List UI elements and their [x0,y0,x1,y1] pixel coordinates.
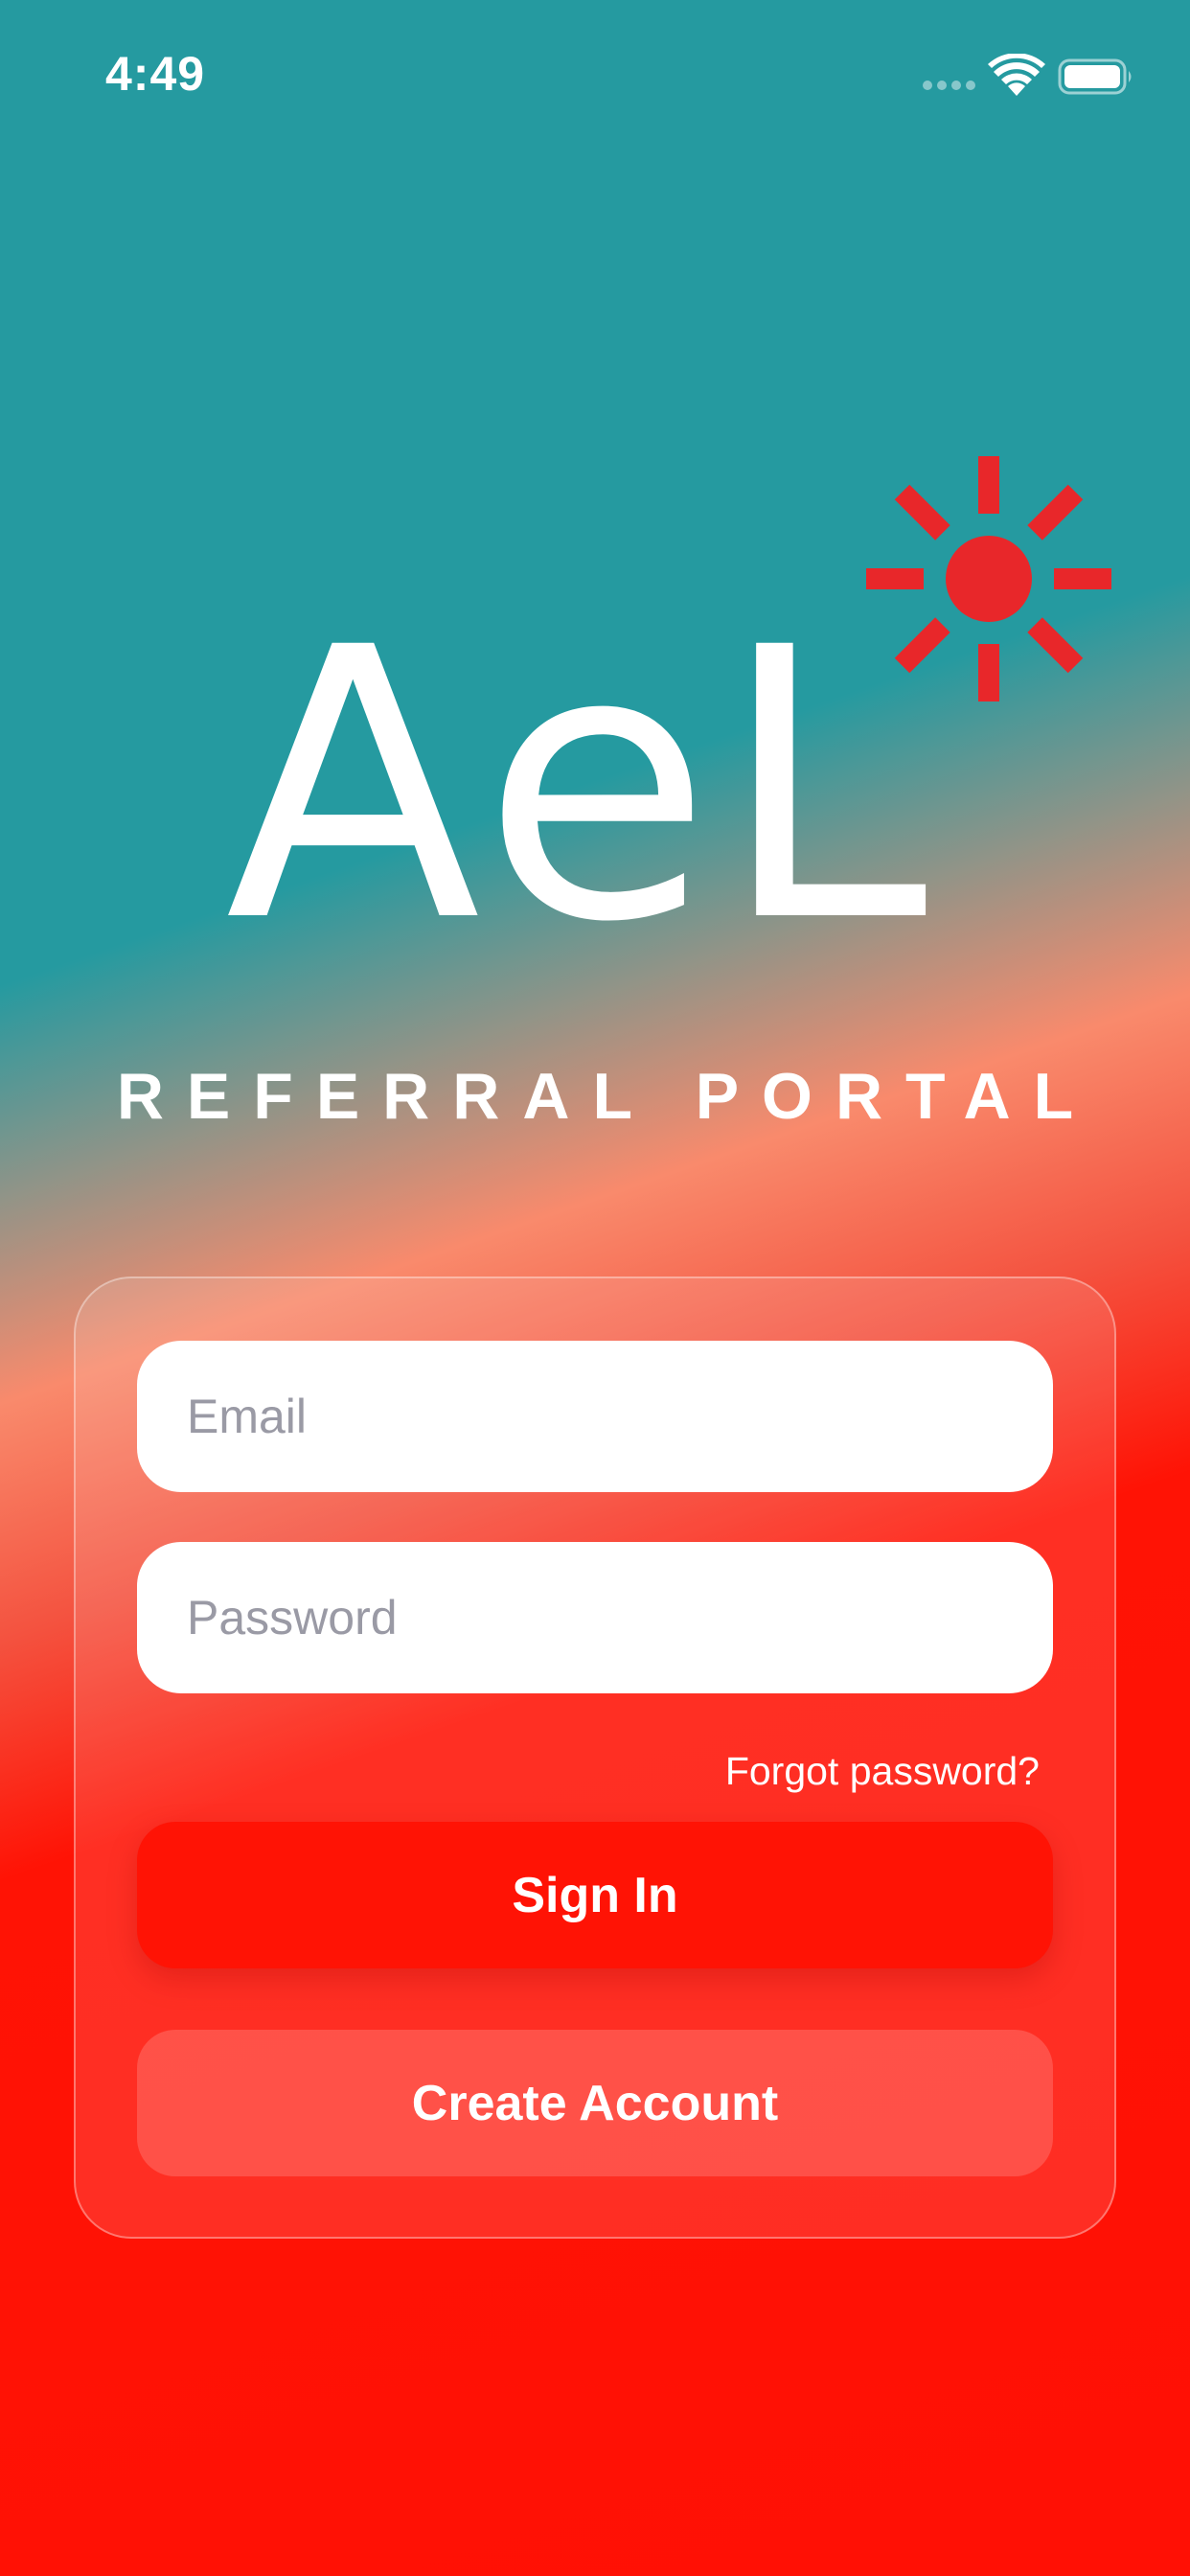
email-input[interactable] [137,1341,1053,1492]
password-field[interactable] [137,1542,1053,1693]
email-field[interactable] [137,1341,1053,1492]
status-bar: 4:49 [0,0,1190,144]
status-time: 4:49 [105,47,206,101]
password-input[interactable] [137,1542,1053,1693]
forgot-password-link[interactable]: Forgot password? [725,1749,1040,1794]
sign-in-button[interactable]: Sign In [137,1822,1053,1968]
wifi-icon [988,53,1045,96]
create-account-button[interactable]: Create Account [137,2030,1053,2176]
cellular-signal-icon [923,80,980,94]
portal-title: REFERRAL PORTAL [116,1060,1097,1133]
logo-wordmark: AeL [225,568,936,1003]
battery-icon [1058,58,1134,95]
sun-icon [862,452,1115,705]
